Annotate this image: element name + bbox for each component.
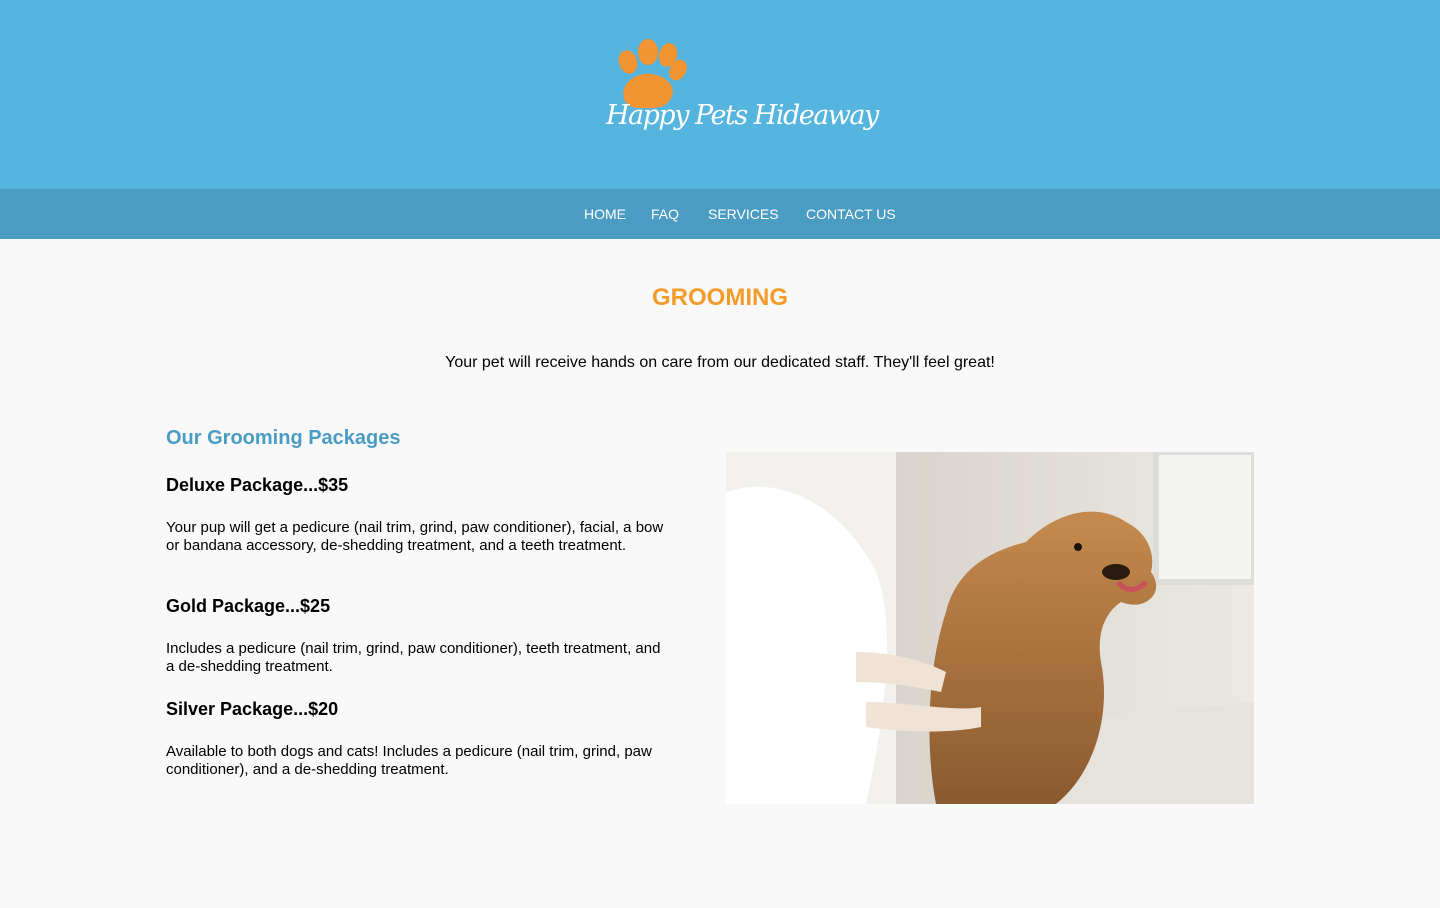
package-description-gold: Includes a pedicure (nail trim, grind, p… [166,640,661,675]
nav-faq[interactable]: FAQ [651,205,679,223]
intro-text: Your pet will receive hands on care from… [445,354,995,371]
packages-heading: Our Grooming Packages [166,427,401,449]
nav-services[interactable]: SERVICES [708,205,779,223]
package-description-silver: Available to both dogs and cats! Include… [166,743,652,778]
dog-bath-illustration [726,452,1254,804]
main-nav: HOME FAQ SERVICES CONTACT US [0,189,1440,239]
dog-bath-photo [726,452,1254,804]
package-description-deluxe: Your pup will get a pedicure (nail trim,… [166,519,664,554]
nav-contact-us[interactable]: CONTACT US [806,205,896,223]
logo-wordmark: Happy Pets Hideaway [606,100,879,131]
package-title-deluxe: Deluxe Package...$35 [166,475,349,495]
nav-home[interactable]: HOME [584,205,626,223]
page-title: GROOMING [652,284,788,311]
package-title-silver: Silver Package...$20 [166,699,339,719]
site-header: Happy Pets Hideaway [0,0,1440,189]
package-title-gold: Gold Package...$25 [166,596,331,616]
site-logo[interactable]: Happy Pets Hideaway [606,38,879,150]
